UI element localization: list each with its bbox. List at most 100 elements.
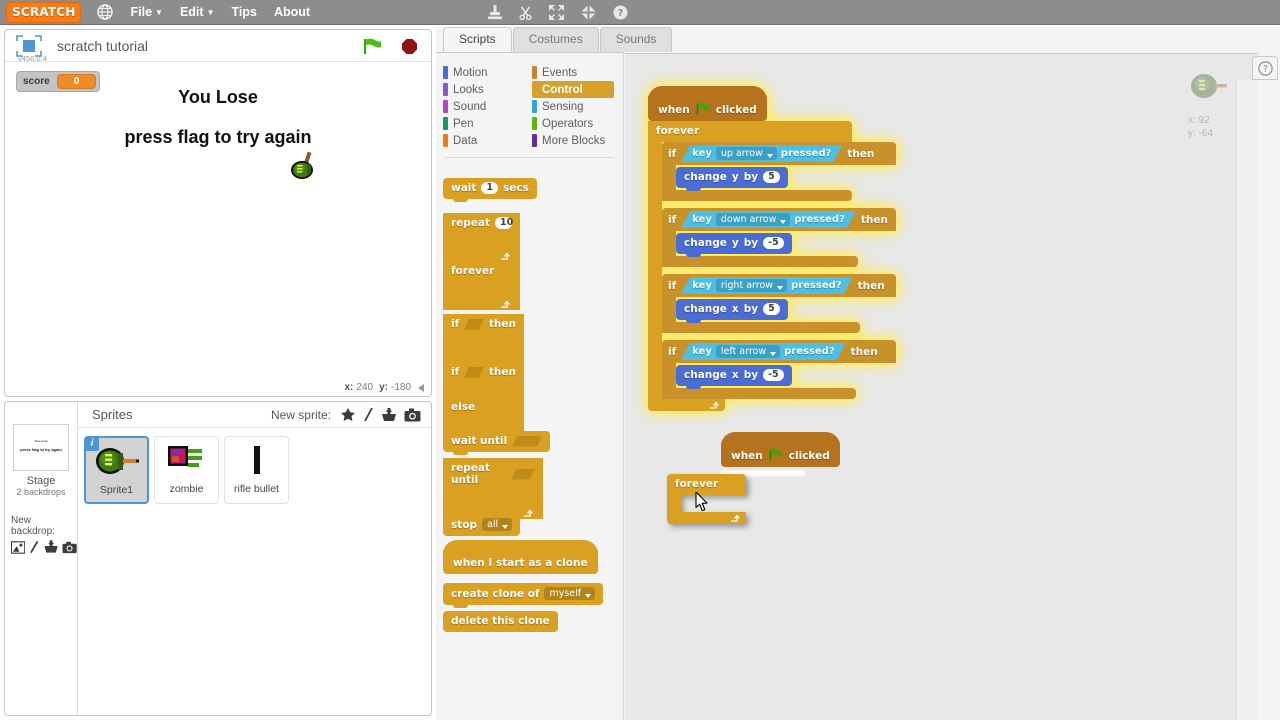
block-change-x-by[interactable]: change x by 5 xyxy=(676,299,788,323)
sprite-item-sprite1[interactable]: i Sprite1 xyxy=(84,436,149,504)
palette-block-repeat[interactable]: repeat 10 xyxy=(443,213,520,262)
category-data[interactable]: Data xyxy=(443,132,532,149)
block-c-slot-else[interactable] xyxy=(443,418,457,432)
block-input-value[interactable]: 10 xyxy=(495,217,513,229)
green-flag-icon[interactable] xyxy=(363,38,383,55)
block-input-value[interactable]: 5 xyxy=(763,303,780,315)
scratch-logo[interactable]: SCRATCH xyxy=(6,1,82,23)
block-c-slot[interactable] xyxy=(443,383,457,397)
if-header[interactable]: if key down arrow pressed? then xyxy=(662,208,896,231)
block-if-left-arrow[interactable]: if key left arrow pressed? then change x… xyxy=(662,340,896,399)
block-change-y-by[interactable]: change y by -5 xyxy=(676,233,792,257)
block-key-pressed[interactable]: key right arrow pressed? xyxy=(681,277,852,294)
block-dropdown[interactable]: myself xyxy=(544,587,596,600)
menu-about[interactable]: About xyxy=(274,5,310,19)
tab-scripts[interactable]: Scripts xyxy=(443,27,512,52)
if-body: change x by -5 xyxy=(662,363,896,389)
category-sensing[interactable]: Sensing xyxy=(532,98,621,115)
category-motion[interactable]: Motion xyxy=(443,64,532,81)
block-if-up-arrow[interactable]: if key up arrow pressed? then change y b… xyxy=(662,142,896,201)
key-dropdown[interactable]: left arrow xyxy=(716,345,780,358)
block-if-right-arrow[interactable]: if key right arrow pressed? then change … xyxy=(662,274,896,333)
category-sound[interactable]: Sound xyxy=(443,98,532,115)
if-header[interactable]: if key left arrow pressed? then xyxy=(662,340,896,363)
script-stack-main[interactable]: when clicked forever if key up arrow pre… xyxy=(648,86,896,411)
block-c-slot[interactable] xyxy=(443,335,457,351)
block-input-value[interactable]: 5 xyxy=(763,171,780,183)
category-operators[interactable]: Operators xyxy=(532,115,621,132)
shrink-icon[interactable] xyxy=(581,5,596,20)
block-palette[interactable]: wait 1 secs repeat 10 forever if then if… xyxy=(436,166,622,720)
upload-icon[interactable] xyxy=(381,407,397,422)
globe-icon[interactable] xyxy=(97,4,114,20)
script-canvas[interactable]: x: 92 y: -64 when clicked forever if key… xyxy=(625,53,1258,720)
menu-tips[interactable]: Tips xyxy=(231,5,256,19)
block-c-slot[interactable] xyxy=(443,282,457,299)
sprite-player-on-stage[interactable] xyxy=(287,149,325,185)
block-c-slot[interactable] xyxy=(443,234,457,251)
boolean-slot[interactable] xyxy=(512,436,542,447)
grow-icon[interactable] xyxy=(549,4,565,20)
block-forever-header[interactable]: forever xyxy=(648,121,852,142)
menu-edit[interactable]: Edit ▼ xyxy=(180,5,215,19)
tab-sounds[interactable]: Sounds xyxy=(599,27,673,52)
camera-icon[interactable] xyxy=(62,541,77,554)
block-key-pressed[interactable]: key up arrow pressed? xyxy=(681,145,842,162)
palette-block-delete-clone[interactable]: delete this clone xyxy=(443,611,558,632)
stage-thumbnail[interactable]: You Lose press flag to try again xyxy=(13,424,69,471)
duplicate-icon[interactable] xyxy=(488,4,503,20)
block-change-y-by[interactable]: change y by 5 xyxy=(676,167,788,191)
paint-icon[interactable] xyxy=(29,540,39,554)
canvas-scrollbar-vertical[interactable] xyxy=(1236,80,1258,720)
block-input-value[interactable]: -5 xyxy=(763,237,784,249)
block-c-slot[interactable] xyxy=(443,491,457,508)
if-header[interactable]: if key up arrow pressed? then xyxy=(662,142,896,165)
palette-block-stop[interactable]: stop all xyxy=(443,514,521,536)
camera-icon[interactable] xyxy=(404,408,421,422)
palette-block-repeat-until[interactable]: repeat until xyxy=(443,458,543,519)
help-icon[interactable]: ? xyxy=(613,5,628,20)
resize-handle-icon[interactable] xyxy=(417,383,426,393)
stop-button[interactable] xyxy=(402,39,417,54)
stage-display[interactable]: score 0 You Lose press flag to try again xyxy=(6,63,430,381)
palette-block-forever[interactable]: forever xyxy=(443,261,520,310)
palette-block-if[interactable]: if then xyxy=(443,314,524,362)
if-header[interactable]: if key right arrow pressed? then xyxy=(662,274,896,297)
tab-costumes[interactable]: Costumes xyxy=(512,27,599,52)
palette-block-when-clone[interactable]: when I start as a clone xyxy=(443,540,598,574)
block-when-flag-clicked[interactable]: when clicked xyxy=(721,432,840,467)
category-pen[interactable]: Pen xyxy=(443,115,532,132)
block-key-pressed[interactable]: key left arrow pressed? xyxy=(681,343,845,360)
category-looks[interactable]: Looks xyxy=(443,81,532,98)
block-input-value[interactable]: 1 xyxy=(481,182,499,194)
script-stack-secondary[interactable]: when clicked forever xyxy=(667,432,840,524)
key-dropdown[interactable]: down arrow xyxy=(716,213,791,226)
menu-file[interactable]: File ▼ xyxy=(130,5,162,19)
sprite-item-rifle-bullet[interactable]: rifle bullet xyxy=(224,436,289,504)
paint-icon[interactable] xyxy=(363,407,374,422)
palette-block-create-clone[interactable]: create clone of myself xyxy=(443,583,604,608)
block-help-button[interactable]: ? xyxy=(1252,56,1278,80)
upload-icon[interactable] xyxy=(44,540,58,554)
block-if-down-arrow[interactable]: if key down arrow pressed? then change y… xyxy=(662,208,896,267)
library-icon[interactable] xyxy=(340,407,356,422)
palette-block-wait[interactable]: wait 1 secs xyxy=(443,178,537,202)
sprite-item-zombie[interactable]: zombie xyxy=(154,436,219,504)
block-when-flag-clicked[interactable]: when clicked xyxy=(648,86,767,121)
block-input-value[interactable]: -5 xyxy=(763,369,784,381)
key-dropdown[interactable]: up arrow xyxy=(716,147,777,160)
boolean-slot[interactable] xyxy=(464,319,484,330)
palette-block-wait-until[interactable]: wait until xyxy=(443,431,551,455)
category-more-blocks[interactable]: More Blocks xyxy=(532,132,621,149)
cut-icon[interactable] xyxy=(519,5,532,20)
library-icon[interactable] xyxy=(11,540,26,554)
boolean-slot[interactable] xyxy=(464,367,484,378)
key-dropdown[interactable]: right arrow xyxy=(716,279,787,292)
boolean-slot[interactable] xyxy=(511,469,535,480)
sprite-info-badge[interactable]: i xyxy=(85,437,99,451)
block-change-x-by[interactable]: change x by -5 xyxy=(676,365,792,389)
block-key-pressed[interactable]: key down arrow pressed? xyxy=(681,211,856,228)
category-control[interactable]: Control xyxy=(532,81,614,98)
block-dropdown[interactable]: all xyxy=(482,518,513,531)
category-events[interactable]: Events xyxy=(532,64,621,81)
